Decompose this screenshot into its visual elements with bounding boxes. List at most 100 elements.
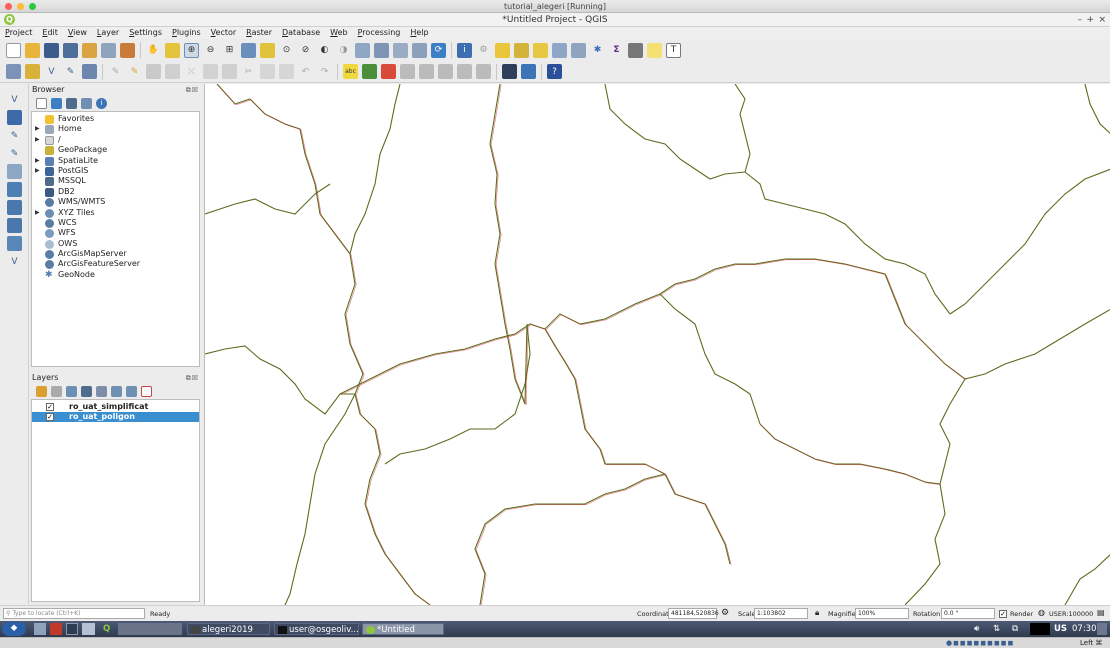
expand-arrow-icon[interactable]: ▶ — [35, 156, 40, 166]
workspace-switcher[interactable] — [118, 623, 182, 635]
browser-item-mssql[interactable]: MSSQL — [32, 176, 199, 187]
browser-item-arcgis-map-server[interactable]: ArcGisMapServer — [32, 249, 199, 260]
zoom-next-icon[interactable]: ◑ — [336, 43, 351, 58]
label-toolbar-icon[interactable]: abc — [343, 64, 358, 79]
expand-arrow-icon[interactable]: ▶ — [35, 208, 40, 218]
coordinate-field[interactable]: 481184,520836 — [668, 608, 719, 619]
messages-icon[interactable]: ▤ — [1097, 608, 1105, 617]
remove-layer-icon[interactable] — [141, 385, 152, 397]
browser-item-wms[interactable]: WMS/WMTS — [32, 197, 199, 208]
menu-project[interactable]: Project — [0, 27, 37, 39]
pan-to-selection-icon[interactable] — [165, 42, 180, 58]
menu-processing[interactable]: Processing — [353, 27, 406, 39]
browser-item-root[interactable]: ▶ / — [32, 135, 199, 145]
layout-manager-icon[interactable] — [101, 42, 116, 58]
modify-attributes-icon[interactable] — [203, 64, 218, 79]
minimize-icon[interactable]: – — [1078, 13, 1083, 27]
close-window-button[interactable] — [5, 3, 12, 10]
lock-scale-icon[interactable]: 🔒︎ — [815, 608, 819, 618]
measure-line-icon[interactable] — [628, 42, 643, 58]
open-attribute-table-icon[interactable] — [552, 42, 567, 58]
collapse-all-icon[interactable] — [81, 97, 92, 109]
browser-item-wfs[interactable]: WFS — [32, 228, 199, 239]
refresh-icon[interactable] — [51, 97, 62, 109]
menu-database[interactable]: Database — [277, 27, 325, 39]
processing-toolbox-icon[interactable]: ✱ — [590, 43, 605, 58]
zoom-full-icon[interactable] — [241, 42, 256, 58]
layer-item-poligon[interactable]: ✓ ro_uat_poligon — [32, 412, 199, 422]
add-virtual-layer-icon[interactable] — [7, 164, 22, 179]
metasearch-icon[interactable] — [502, 64, 517, 79]
new-3d-map-icon[interactable] — [374, 42, 389, 58]
menu-help[interactable]: Help — [405, 27, 433, 39]
change-label-icon[interactable] — [476, 64, 491, 79]
crs-button[interactable]: USER:100000 — [1049, 610, 1093, 618]
volume-icon[interactable]: 🔊︎ — [974, 623, 979, 635]
browser-item-geopackage[interactable]: GeoPackage — [32, 145, 199, 156]
copy-features-icon[interactable] — [260, 64, 275, 79]
redo-icon[interactable]: ↷ — [317, 64, 332, 79]
refresh-icon[interactable]: ⟳ — [431, 42, 446, 58]
browser-item-home[interactable]: ▶ Home — [32, 124, 199, 135]
add-postgis-layer-icon[interactable]: ✎ — [7, 146, 22, 161]
move-label-icon[interactable] — [438, 64, 453, 79]
pin-labels-icon[interactable] — [400, 64, 415, 79]
add-vector-layer-icon[interactable]: V — [7, 92, 22, 107]
taskbar-item-folder[interactable]: alegeri2019 — [187, 623, 270, 635]
menu-view[interactable]: View — [63, 27, 92, 39]
expand-arrow-icon[interactable]: ▶ — [35, 124, 40, 134]
layer-item-simplificat[interactable]: ✓ ro_uat_simplificat — [32, 402, 199, 412]
render-checkbox[interactable]: ✓ — [999, 610, 1007, 618]
browser-item-postgis[interactable]: ▶ PostGIS — [32, 166, 199, 176]
rotation-spinbox[interactable]: 0.0 ° — [941, 608, 995, 619]
browser-item-geonode[interactable]: ✱ GeoNode — [32, 270, 199, 280]
zoom-in-icon[interactable]: ⊕ — [184, 42, 199, 58]
close-icon[interactable]: × — [1098, 13, 1106, 27]
rotate-label-icon[interactable] — [457, 64, 472, 79]
panel-close-icon[interactable]: ⧉☒ — [186, 373, 199, 384]
expand-all-icon[interactable] — [111, 385, 122, 397]
magnifier-spinbox[interactable]: 100% — [855, 608, 909, 619]
browser-item-xyz-tiles[interactable]: ▶ XYZ Tiles — [32, 208, 199, 218]
browser-item-wcs[interactable]: WCS — [32, 218, 199, 228]
layer-visibility-checkbox[interactable]: ✓ — [46, 403, 54, 411]
toggle-editing-icon[interactable]: ✎ — [127, 64, 142, 79]
pan-map-icon[interactable]: ✋ — [146, 43, 161, 58]
zoom-window-button[interactable] — [29, 3, 36, 10]
keyboard-layout[interactable]: US — [1054, 623, 1067, 635]
filter-icon[interactable] — [66, 97, 77, 109]
open-project-icon[interactable] — [25, 42, 40, 58]
zoom-out-icon[interactable]: ⊖ — [203, 43, 218, 58]
menu-web[interactable]: Web — [325, 27, 352, 39]
layer-visibility-checkbox[interactable]: ✓ — [46, 413, 54, 421]
new-map-view-icon[interactable] — [355, 42, 370, 58]
terminal-launcher-icon[interactable] — [66, 623, 78, 635]
deselect-all-icon[interactable] — [533, 42, 548, 58]
add-xyz-layer-icon[interactable] — [7, 218, 22, 233]
select-features-icon[interactable] — [495, 42, 510, 58]
help-icon[interactable]: ? — [547, 64, 562, 79]
crs-globe-icon[interactable]: ◍ — [1038, 608, 1045, 617]
text-annotation-icon[interactable]: T — [666, 42, 681, 58]
style-manager-icon[interactable] — [120, 42, 135, 58]
add-feature-icon[interactable] — [165, 64, 180, 79]
add-delimited-text-layer-icon[interactable]: V — [7, 254, 22, 269]
zoom-native-icon[interactable]: ⊘ — [298, 43, 313, 58]
current-edits-icon[interactable]: ✎ — [108, 64, 123, 79]
new-geopackage-layer-icon[interactable] — [25, 64, 40, 79]
minimize-window-button[interactable] — [17, 3, 24, 10]
network-icon[interactable]: ⇅ — [993, 623, 1000, 635]
window-launcher-icon[interactable] — [82, 623, 95, 635]
save-project-icon[interactable] — [44, 42, 59, 58]
zoom-to-selection-icon[interactable] — [260, 42, 275, 58]
add-wfs-layer-icon[interactable] — [7, 236, 22, 251]
save-edits-icon[interactable] — [146, 64, 161, 79]
start-menu-button[interactable]: ◆ — [2, 622, 26, 636]
screen-thumbnail[interactable] — [1030, 623, 1050, 635]
show-hide-labels-icon[interactable] — [419, 64, 434, 79]
layer-labeling-icon[interactable] — [362, 64, 377, 79]
new-bookmark-icon[interactable] — [393, 42, 408, 58]
terminal-launcher-icon[interactable] — [50, 623, 62, 635]
file-manager-launcher-icon[interactable] — [34, 623, 46, 635]
new-project-icon[interactable] — [6, 42, 21, 58]
